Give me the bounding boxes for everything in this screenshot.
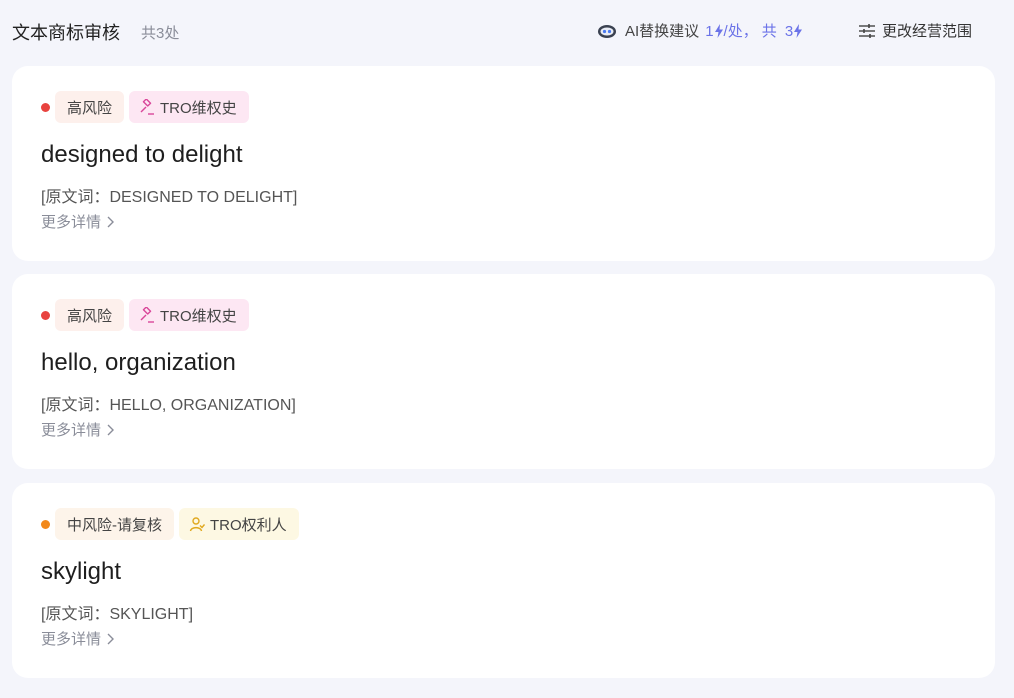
more-details-label: 更多详情 [41, 214, 102, 231]
chevron-right-icon [107, 216, 115, 227]
trademark-card: 高风险 TRO维权史 designed to delight [原文词：DESI… [12, 66, 995, 261]
page-title: 文本商标审核 [12, 23, 120, 43]
gavel-icon [140, 99, 155, 115]
trademark-card: 高风险 TRO维权史 hello, organization [原文词：HELL… [12, 274, 995, 469]
more-details-label: 更多详情 [41, 422, 102, 439]
more-details-link[interactable]: 更多详情 [41, 211, 115, 232]
lightning-icon [794, 24, 803, 38]
risk-dot [41, 519, 50, 529]
issue-count: 共3处 [141, 25, 180, 42]
trademark-card: 中风险-请复核 TRO权利人 skylight [原文词：SKYLIGHT] 更… [12, 483, 995, 678]
trademark-word: designed to delight [41, 141, 243, 168]
gavel-icon [140, 307, 155, 323]
ai-suggestion-label: AI替换建议 [625, 23, 700, 40]
chevron-right-icon [107, 424, 115, 435]
ai-cost-unit: /处， [723, 23, 758, 40]
tag-row: 高风险 TRO维权史 [41, 91, 254, 123]
ai-cost-per-item: 1/处， [705, 20, 758, 41]
header: 文本商标审核 共3处 AI替换建议 1/处， 共 3 更改经营范围 [0, 0, 1014, 64]
robot-icon [598, 24, 616, 38]
sliders-icon [859, 23, 875, 38]
change-scope-label: 更改经营范围 [882, 23, 973, 40]
risk-badge: 高风险 [55, 91, 125, 123]
more-details-label: 更多详情 [41, 631, 102, 648]
chevron-right-icon [107, 633, 115, 644]
tro-badge-label: TRO维权史 [160, 307, 237, 325]
tro-badge-label: TRO维权史 [160, 99, 237, 117]
risk-badge: 中风险-请复核 [55, 508, 174, 540]
tro-badge: TRO权利人 [179, 508, 299, 540]
tag-row: 高风险 TRO维权史 [41, 299, 254, 331]
change-business-scope-button[interactable]: 更改经营范围 [858, 20, 972, 41]
person-icon [189, 517, 205, 532]
risk-badge: 高风险 [55, 299, 125, 331]
original-word: [原文词：HELLO, ORGANIZATION] [41, 397, 296, 414]
ai-total-number: 3 [784, 23, 794, 40]
original-word: [原文词：DESIGNED TO DELIGHT] [41, 189, 298, 206]
tag-row: 中风险-请复核 TRO权利人 [41, 508, 304, 540]
original-word: [原文词：SKYLIGHT] [41, 606, 194, 623]
tro-badge: TRO维权史 [129, 299, 249, 331]
more-details-link[interactable]: 更多详情 [41, 628, 115, 649]
tro-badge-label: TRO权利人 [210, 516, 287, 534]
trademark-word: hello, organization [41, 349, 236, 376]
lightning-icon [714, 24, 723, 38]
ai-total-cost: 共 3 [762, 20, 804, 41]
risk-dot [41, 310, 50, 320]
ai-total-prefix: 共 [761, 23, 777, 40]
ai-cost-number: 1 [705, 23, 714, 40]
risk-dot [41, 102, 50, 112]
tro-badge: TRO维权史 [129, 91, 249, 123]
trademark-word: skylight [41, 558, 122, 585]
ai-replace-suggestion-button[interactable]: AI替换建议 1/处， 共 3 [597, 20, 803, 41]
more-details-link[interactable]: 更多详情 [41, 419, 115, 440]
